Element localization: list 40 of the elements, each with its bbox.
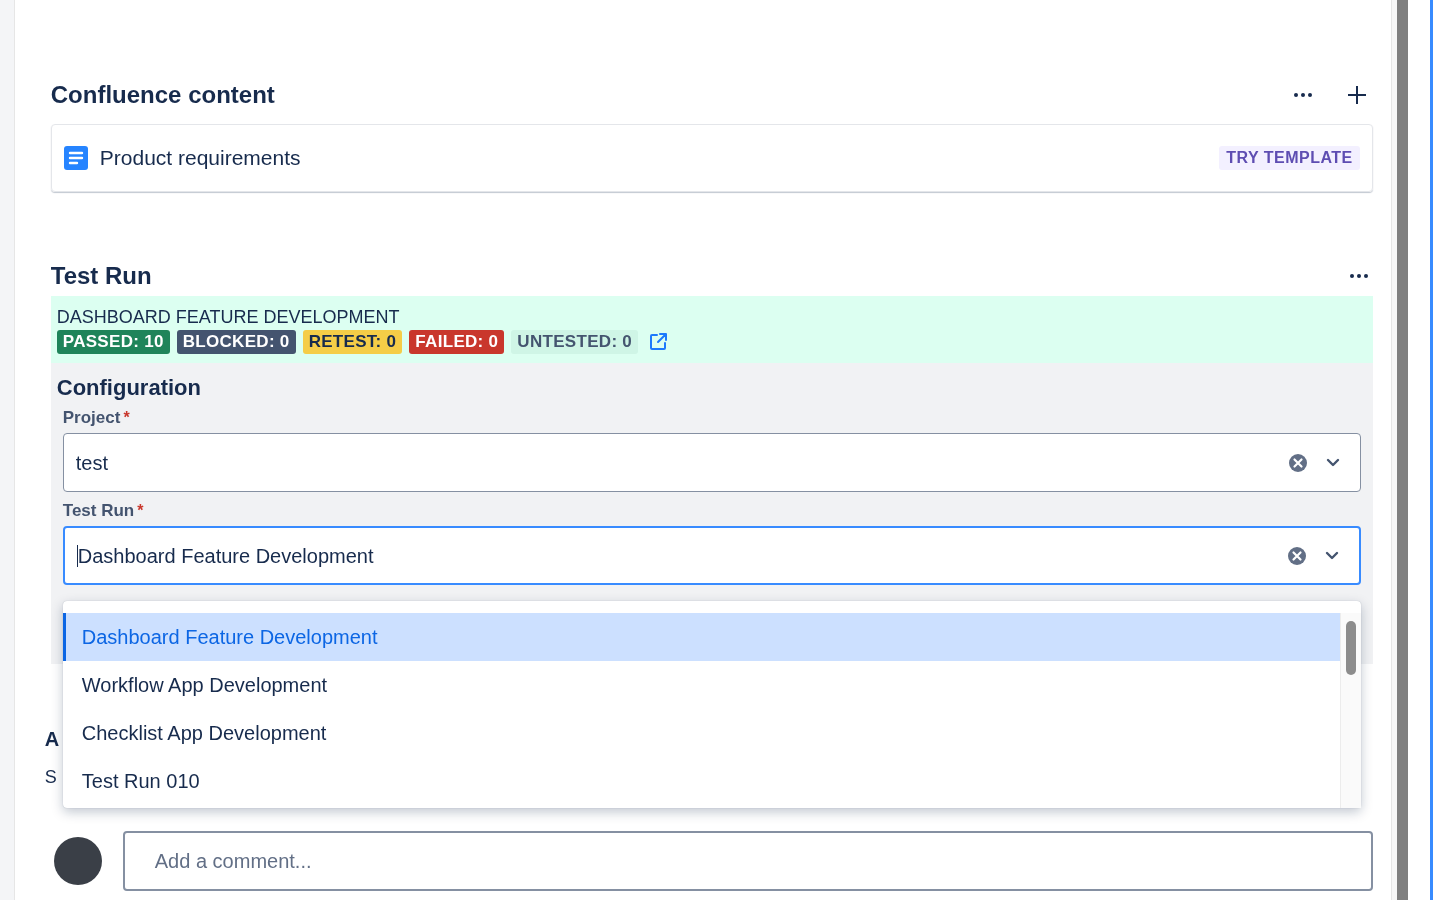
- configuration-heading: Configuration: [55, 374, 202, 399]
- plus-icon: [1346, 85, 1367, 105]
- required-mark: *: [137, 501, 144, 521]
- field-label: Project: [62, 407, 121, 430]
- status-badge: RETEST: 0: [302, 330, 403, 354]
- card-title: Product requirements: [99, 145, 302, 172]
- external-link-icon[interactable]: [648, 332, 669, 352]
- activity-text: S: [44, 766, 57, 789]
- scrollbar[interactable]: [1396, 0, 1408, 900]
- scrollbar-thumb[interactable]: [1345, 621, 1356, 675]
- select-field[interactable]: test: [62, 433, 1361, 492]
- run-name: DASHBOARD FEATURE DEVELOPMENT: [56, 306, 401, 326]
- dropdown-option[interactable]: Dashboard Feature Development: [62, 613, 1340, 661]
- status-badge: PASSED: 10: [56, 330, 170, 354]
- chevron-down-icon[interactable]: [1325, 458, 1340, 467]
- try-template-button[interactable]: TRY TEMPLATE: [1219, 146, 1360, 170]
- more-icon: [1349, 274, 1368, 278]
- text-cursor: [76, 544, 78, 567]
- more-icon: [1293, 93, 1312, 97]
- dropdown-option[interactable]: Checklist App Development: [62, 709, 1340, 757]
- dropdown-option[interactable]: Workflow App Development: [62, 661, 1340, 709]
- select-field[interactable]: Dashboard Feature Development: [62, 526, 1361, 585]
- field-label: Test Run: [62, 500, 135, 523]
- status-badge: UNTESTED: 0: [511, 330, 639, 354]
- status-badge: BLOCKED: 0: [176, 330, 296, 354]
- section-heading: Confluence content: [50, 80, 276, 110]
- comment-field[interactable]: Add a comment...: [122, 831, 1373, 891]
- section-heading: A: [44, 727, 60, 750]
- avatar[interactable]: [53, 837, 102, 885]
- document-icon: [63, 146, 88, 170]
- clear-icon[interactable]: [1287, 452, 1308, 473]
- section-heading: Test Run: [50, 261, 153, 291]
- field-value: test: [75, 450, 109, 476]
- content-card[interactable]: Product requirements TRY TEMPLATE: [50, 124, 1373, 192]
- status-badge: FAILED: 0: [409, 330, 505, 354]
- dropdown-option[interactable]: Test Run 010: [62, 757, 1340, 805]
- required-mark: *: [123, 408, 130, 428]
- clear-icon[interactable]: [1286, 545, 1307, 566]
- chevron-down-icon[interactable]: [1324, 551, 1339, 560]
- field-value: Dashboard Feature Development: [77, 543, 374, 569]
